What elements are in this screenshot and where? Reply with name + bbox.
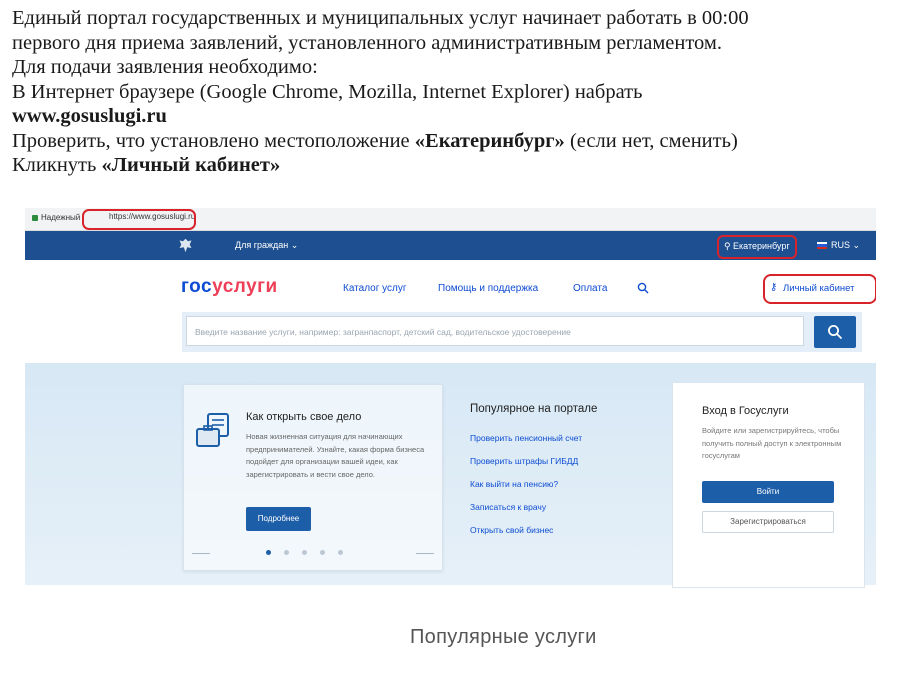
instruction-text: (если нет, сменить) xyxy=(564,129,738,152)
carousel-dot[interactable] xyxy=(284,550,289,555)
instruction-line: Единый портал государственных и муниципа… xyxy=(12,7,749,29)
language-selector[interactable]: RUS ⌄ xyxy=(831,240,860,251)
location-selector[interactable]: ⚲ Екатеринбург xyxy=(717,235,797,259)
site-address: www.gosuslugi.ru xyxy=(12,105,167,127)
cabinet-label: Личный кабинет xyxy=(783,283,855,294)
carousel-dot[interactable] xyxy=(302,550,307,555)
personal-cabinet-button[interactable]: ⚷ Личный кабинет xyxy=(763,274,876,304)
location-name: «Екатеринбург» xyxy=(414,129,565,152)
search-icon[interactable] xyxy=(637,282,649,294)
instruction-line: Для подачи заявления необходимо: xyxy=(12,56,318,78)
promo-title: Как открыть свое дело xyxy=(246,411,362,423)
instruction-text: Проверить, что установлено местоположени… xyxy=(12,129,415,152)
instructions-text: Единый портал государственных и муниципа… xyxy=(12,6,892,178)
popular-link[interactable]: Проверить пенсионный счет xyxy=(470,433,582,443)
menu-item-payment[interactable]: Оплата xyxy=(573,283,607,294)
menu-item-help[interactable]: Помощь и поддержка xyxy=(438,283,538,294)
popular-title: Популярное на портале xyxy=(470,403,598,415)
login-panel: Вход в Госуслуги Войдите или зарегистрир… xyxy=(672,382,865,588)
business-case-icon xyxy=(196,413,229,447)
search-bar: Введите название услуги, например: загра… xyxy=(182,312,862,352)
popular-link[interactable]: Как выйти на пенсию? xyxy=(470,479,558,489)
cabinet-name: «Личный кабинет» xyxy=(101,154,281,176)
instruction-line: В Интернет браузере (Google Chrome, Mozi… xyxy=(12,80,643,103)
popular-link[interactable]: Проверить штрафы ГИБДД xyxy=(470,456,578,466)
russian-flag-icon xyxy=(817,242,827,249)
carousel-dot[interactable] xyxy=(266,550,271,555)
search-button[interactable] xyxy=(814,316,856,348)
menu-item-catalog[interactable]: Каталог услуг xyxy=(343,283,407,294)
logo-part: гос xyxy=(181,276,213,297)
for-citizens-dropdown[interactable]: Для граждан ⌄ xyxy=(235,240,298,251)
service-search-input[interactable]: Введите название услуги, например: загра… xyxy=(186,316,804,346)
location-label: Екатеринбург xyxy=(733,241,790,251)
key-icon: ⚷ xyxy=(770,282,778,293)
url-highlight xyxy=(82,209,196,230)
carousel-next-arrow-icon[interactable] xyxy=(416,553,434,554)
carousel-prev-arrow-icon[interactable] xyxy=(192,553,210,554)
instruction-line: первого дня приема заявлений, установлен… xyxy=(12,31,723,54)
gosuslugi-logo[interactable]: госуслуги xyxy=(181,276,278,298)
register-button[interactable]: Зарегистрироваться xyxy=(702,511,834,533)
map-pin-icon: ⚲ xyxy=(724,241,731,251)
login-text: Войдите или зарегистрируйтесь, чтобы пол… xyxy=(702,426,842,460)
secure-label: Надежный xyxy=(41,213,81,222)
gosuslugi-screenshot: Надежный https://www.gosuslugi.ru Для гр… xyxy=(25,208,876,630)
instruction-text: Кликнуть xyxy=(12,154,102,176)
carousel-dot[interactable] xyxy=(338,550,343,555)
more-details-button[interactable]: Подробнее xyxy=(246,507,311,531)
instruction-line: Кликнуть «Личный кабинет» xyxy=(12,153,892,178)
top-navigation: Для граждан ⌄ ⚲ Екатеринбург RUS ⌄ xyxy=(25,231,876,260)
login-title: Вход в Госуслуги xyxy=(702,405,789,417)
popular-link[interactable]: Записаться к врачу xyxy=(470,502,546,512)
browser-address-bar: Надежный https://www.gosuslugi.ru xyxy=(25,208,876,231)
logo-part: услуги xyxy=(212,276,278,297)
promo-card: Как открыть свое дело Новая жизненная си… xyxy=(183,384,443,571)
popular-services-heading: Популярные услуги xyxy=(410,626,597,648)
instruction-line: Проверить, что установлено местоположени… xyxy=(12,129,892,154)
eagle-emblem-icon xyxy=(179,238,192,253)
promo-text: Новая жизненная ситуация для начинающих … xyxy=(246,432,425,479)
search-icon xyxy=(828,325,843,340)
login-button[interactable]: Войти xyxy=(702,481,834,503)
lock-icon xyxy=(32,215,38,221)
popular-link[interactable]: Открыть свой бизнес xyxy=(470,525,553,535)
carousel-dot[interactable] xyxy=(320,550,325,555)
instruction-line: www.gosuslugi.ru xyxy=(12,104,892,129)
